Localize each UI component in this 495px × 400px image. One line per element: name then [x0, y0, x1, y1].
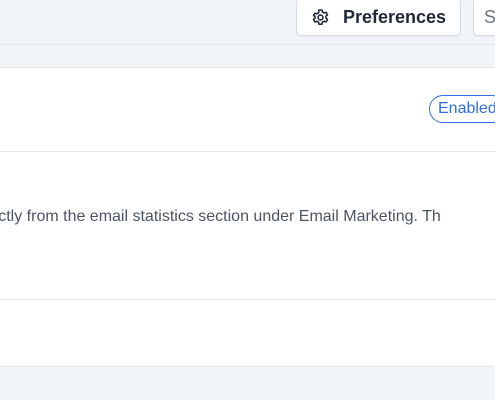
preferences-button[interactable]: Preferences	[296, 0, 461, 36]
section-description: rectly from the email statistics section…	[0, 208, 441, 225]
top-toolbar: Preferences S	[0, 0, 495, 45]
preferences-button-label: Preferences	[343, 6, 447, 27]
status-badge: Enabled	[429, 95, 495, 123]
card-divider	[0, 299, 495, 300]
secondary-header-button[interactable]: S	[473, 0, 495, 36]
settings-card: Enabled ail rectly from the email statis…	[0, 67, 495, 367]
secondary-header-button-label: S	[484, 6, 495, 27]
gear-icon	[310, 7, 331, 28]
card-divider	[0, 151, 495, 152]
page: Preferences S Enabled ail rectly from th…	[0, 0, 495, 400]
